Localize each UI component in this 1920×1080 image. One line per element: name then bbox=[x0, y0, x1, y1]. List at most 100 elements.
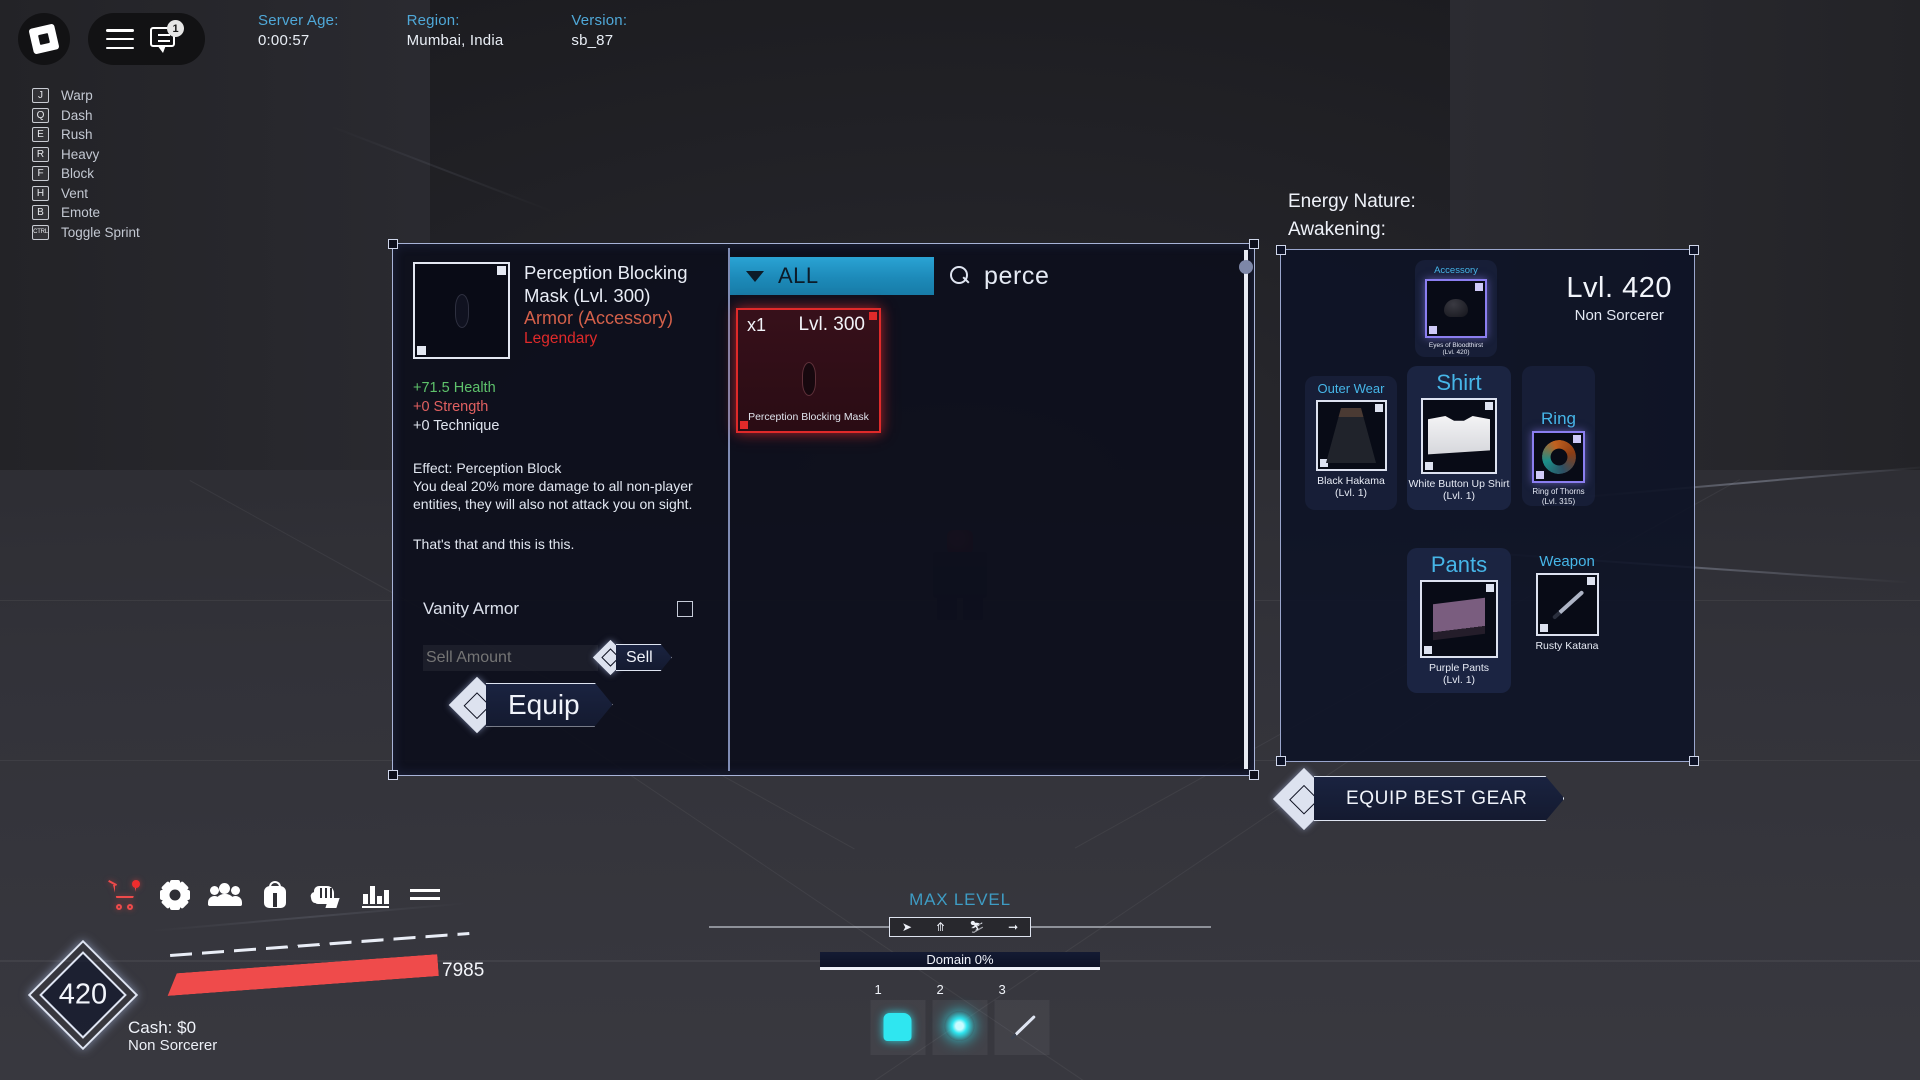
box-corner bbox=[1374, 404, 1383, 412]
search-icon bbox=[950, 266, 970, 286]
equipment-panel: Lvl. 420 Non Sorcerer Accessory Eyes of … bbox=[1276, 245, 1699, 766]
skill-slot-number: 3 bbox=[998, 982, 1006, 997]
equip-button[interactable]: Equip bbox=[448, 676, 613, 733]
item-detail-type: Armor (Accessory) bbox=[524, 308, 674, 329]
equipment-slot-weapon[interactable]: Weapon Rusty Katana bbox=[1522, 548, 1612, 668]
slot-item-box[interactable] bbox=[1535, 573, 1599, 636]
box-corner bbox=[1424, 646, 1432, 654]
skill-slot-bar: 1 2 3 bbox=[870, 982, 1050, 1055]
max-level-label: MAX LEVEL bbox=[909, 890, 1011, 909]
server-age-value: 0:00:57 bbox=[258, 32, 310, 49]
player-rank-label: Non Sorcerer bbox=[128, 1037, 218, 1054]
equipment-slot-ring[interactable]: Ring Ring of Thorns (Lvl. 315) bbox=[1522, 366, 1595, 506]
keybind-row: Q Dash bbox=[32, 107, 140, 123]
box-corner bbox=[1475, 282, 1483, 291]
region-value: Mumbai, India bbox=[406, 32, 504, 49]
version-label: Version: bbox=[571, 12, 628, 29]
equipment-slot-accessory[interactable]: Accessory Eyes of Bloodthirst (Lvl. 420) bbox=[1415, 260, 1497, 357]
equipment-slot-outer-wear[interactable]: Outer Wear Black Hakama (Lvl. 1) bbox=[1305, 376, 1397, 510]
slot-item-box[interactable] bbox=[1420, 580, 1498, 658]
inventory-item-grid: x1 Lvl. 300 Perception Blocking Mask bbox=[730, 300, 1236, 767]
item-stat-list: +71.5 Health +0 Strength +0 Technique bbox=[413, 379, 710, 436]
vanity-armor-row: Vanity Armor bbox=[423, 599, 693, 619]
keybind-row: R Heavy bbox=[32, 146, 140, 162]
chat-icon[interactable]: 1 bbox=[150, 20, 184, 53]
sell-button[interactable]: Sell bbox=[592, 639, 672, 676]
inventory-grid-pane: ALL perce x1 Lvl. 300 Perception Blockin… bbox=[730, 244, 1254, 775]
fist-skill-icon bbox=[883, 1013, 912, 1041]
inventory-filter-dropdown[interactable]: ALL bbox=[730, 257, 934, 295]
slot-item-level: (Lvl. 315) bbox=[1541, 496, 1576, 506]
box-corner bbox=[1319, 459, 1328, 467]
keybind-label: Rush bbox=[61, 127, 93, 142]
region-label: Region: bbox=[406, 12, 460, 29]
item-stat-technique: +0 Technique bbox=[413, 418, 500, 435]
item-stat-health: +71.5 Health bbox=[413, 380, 496, 396]
player-level-value: 420 bbox=[58, 978, 108, 1011]
skill-slot-3[interactable]: 3 bbox=[994, 982, 1050, 1055]
search-input-value[interactable]: perce bbox=[984, 262, 1050, 291]
panel-corner bbox=[1276, 245, 1286, 255]
menu-icon[interactable] bbox=[106, 29, 134, 49]
keybind-row: E Rush bbox=[32, 127, 140, 142]
slot-label: Shirt bbox=[1436, 370, 1482, 395]
vanity-armor-checkbox[interactable] bbox=[677, 601, 693, 617]
scrollbar-thumb[interactable] bbox=[1239, 260, 1253, 274]
keybind-key: CTRL bbox=[32, 224, 49, 240]
domain-bar: Domain 0% bbox=[820, 952, 1100, 970]
slot-item-name: Ring of Thorns bbox=[1532, 487, 1585, 497]
inventory-item-card[interactable]: x1 Lvl. 300 Perception Blocking Mask bbox=[736, 308, 881, 433]
slot-item-box[interactable] bbox=[1315, 400, 1387, 471]
katana-skill-icon bbox=[1005, 1008, 1041, 1046]
keybind-key: B bbox=[32, 205, 49, 220]
slot-item-level: (Lvl. 1) bbox=[1442, 674, 1476, 687]
server-age-label: Server Age: bbox=[258, 12, 339, 29]
keybind-row: CTRL Toggle Sprint bbox=[32, 224, 140, 240]
slot-item-name: Rusty Katana bbox=[1535, 640, 1599, 652]
inventory-search[interactable]: perce bbox=[942, 257, 1230, 295]
keybind-list: J Warp Q Dash E Rush R Heavy F Block H V… bbox=[32, 88, 140, 244]
slot-item-box[interactable] bbox=[1421, 398, 1497, 474]
stamina-line-right bbox=[1031, 926, 1211, 928]
card-corner bbox=[869, 312, 877, 320]
slot-item-name: Black Hakama bbox=[1317, 475, 1385, 487]
equip-best-gear-label: EQUIP BEST GEAR bbox=[1314, 776, 1564, 821]
keybind-label: Emote bbox=[61, 205, 101, 220]
character-nature-info: Energy Nature: Awakening: bbox=[1288, 188, 1416, 243]
skill-slot-2[interactable]: 2 bbox=[932, 982, 988, 1055]
panel-corner bbox=[1276, 756, 1286, 766]
slot-label: Outer Wear bbox=[1317, 381, 1385, 396]
keybind-key: J bbox=[32, 88, 49, 103]
equipment-slot-shirt[interactable]: Shirt White Button Up Shirt (Lvl. 1) bbox=[1407, 366, 1511, 510]
equip-best-gear-button[interactable]: EQUIP BEST GEAR bbox=[1272, 767, 1564, 830]
item-level: Lvl. 300 bbox=[798, 314, 865, 335]
cash-label: Cash: $0 bbox=[128, 1018, 197, 1037]
jump-state-icon: ⤊ bbox=[935, 920, 946, 934]
panel-corner bbox=[1689, 245, 1699, 255]
character-level-block: Lvl. 420 Non Sorcerer bbox=[1566, 272, 1672, 324]
slot-item-level: (Lvl. 1) bbox=[1334, 487, 1368, 500]
slot-item-level: (Lvl. 420) bbox=[1442, 349, 1470, 357]
skill-slot-1[interactable]: 1 bbox=[870, 982, 926, 1055]
slot-item-box[interactable] bbox=[1532, 431, 1585, 484]
equip-button-label: Equip bbox=[486, 683, 613, 727]
inventory-panel: Perception Blocking Mask (Lvl. 300) Armo… bbox=[388, 239, 1259, 780]
stamina-bar: ➤ ⤊ ⛷ ➞ bbox=[709, 917, 1211, 937]
xp-value: 7985 bbox=[442, 960, 485, 981]
rusty-katana-icon bbox=[1544, 582, 1590, 628]
sell-amount-input[interactable] bbox=[423, 644, 598, 671]
keybind-row: J Warp bbox=[32, 88, 140, 103]
item-effect-title: Effect: Perception Block bbox=[413, 460, 562, 477]
item-quantity: x1 bbox=[747, 315, 767, 335]
version-block: Version: sb_87 bbox=[571, 12, 627, 49]
slot-item-box[interactable] bbox=[1425, 278, 1487, 338]
inventory-scrollbar[interactable] bbox=[1239, 250, 1253, 769]
thumb-corner bbox=[497, 266, 506, 275]
slot-item-name: White Button Up Shirt bbox=[1408, 478, 1510, 490]
server-info: Server Age: 0:00:57 Region: Mumbai, Indi… bbox=[258, 12, 627, 49]
keybind-key: E bbox=[32, 127, 49, 142]
roblox-logo-button[interactable] bbox=[18, 13, 70, 65]
equipment-slot-pants[interactable]: Pants Purple Pants (Lvl. 1) bbox=[1407, 548, 1511, 693]
domain-meter: Domain 0% bbox=[820, 952, 1100, 970]
item-stat-strength: +0 Strength bbox=[413, 399, 489, 416]
